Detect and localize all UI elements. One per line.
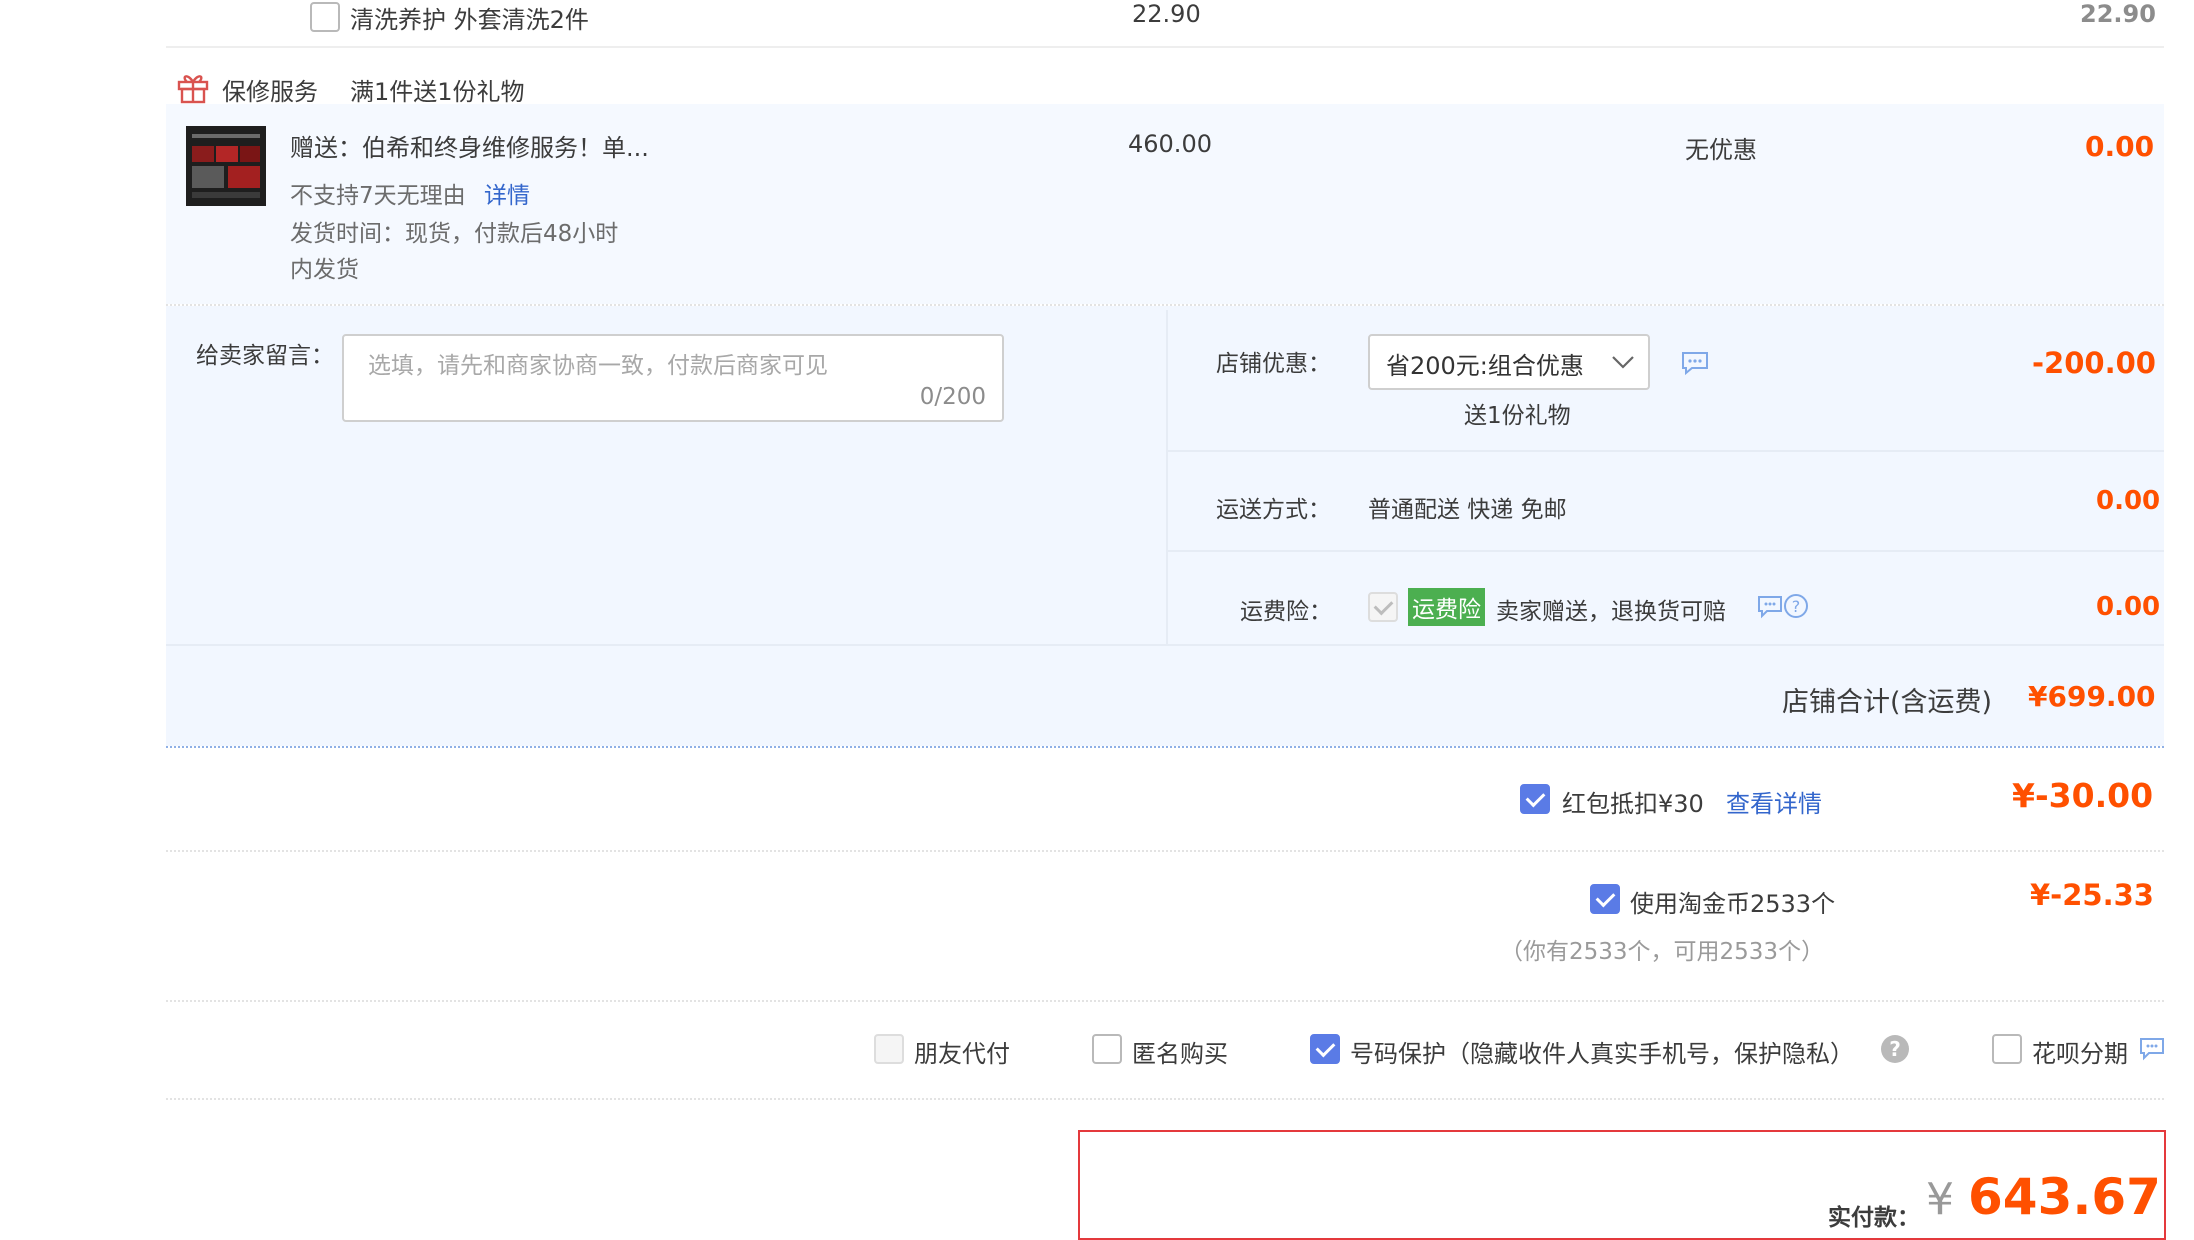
divider	[166, 850, 2164, 852]
insurance-badge: 运费险	[1408, 588, 1485, 626]
help-icon[interactable]: ?	[1880, 1034, 1910, 1068]
svg-text:?: ?	[1792, 597, 1801, 616]
shipping-method: 普通配送 快递 免邮	[1368, 497, 1567, 523]
message-textarea[interactable]: 选填，请先和商家协商一致，付款后商家可见 0/200	[342, 334, 1004, 422]
divider	[166, 1000, 2164, 1002]
gift-item-ship-time-cont: 内发货	[290, 257, 359, 283]
chat-icon[interactable]	[1680, 350, 1710, 380]
shipping-amount: 0.00	[2096, 486, 2161, 516]
item-name: 清洗养护 外套清洗2件	[350, 6, 589, 34]
huabei-checkbox[interactable]	[1992, 1034, 2022, 1064]
tao-coins-label: 使用淘金币2533个	[1630, 890, 1836, 918]
store-discount-select[interactable]: 省200元:组合优惠	[1368, 334, 1650, 390]
red-packet-checkbox[interactable]	[1520, 784, 1550, 814]
chevron-down-icon	[1610, 352, 1636, 376]
divider	[166, 46, 2164, 48]
chat-icon[interactable]	[1756, 594, 1784, 624]
anonymous-label: 匿名购买	[1132, 1040, 1228, 1068]
store-discount-label: 店铺优惠：	[1216, 351, 1331, 377]
gift-item-ship-time: 发货时间：现货，付款后48小时	[290, 221, 619, 247]
message-placeholder: 选填，请先和商家协商一致，付款后商家可见	[368, 353, 828, 379]
chat-icon[interactable]	[2138, 1036, 2166, 1066]
tao-coins-amount: ¥-25.33	[2030, 878, 2154, 912]
store-total-amount: ¥699.00	[2028, 680, 2156, 713]
red-packet-detail-link[interactable]: 查看详情	[1726, 784, 1822, 819]
store-discount-note: 送1份礼物	[1464, 403, 1571, 429]
friend-pay-label: 朋友代付	[914, 1040, 1010, 1068]
divider	[166, 1098, 2164, 1100]
gift-icon	[176, 70, 210, 108]
check-icon	[1373, 595, 1394, 616]
gift-item-discount: 无优惠	[1685, 136, 1757, 164]
tao-coins-checkbox[interactable]	[1590, 884, 1620, 914]
gift-item-subtotal: 0.00	[2085, 130, 2155, 163]
number-protect-checkbox[interactable]	[1310, 1034, 1340, 1064]
shipping-label: 运送方式：	[1216, 497, 1331, 523]
item-subtotal: 22.90	[2080, 0, 2156, 28]
tao-coins-sub: （你有2533个，可用2533个）	[1500, 939, 1825, 965]
panel-divider	[1168, 550, 2164, 552]
gift-item-price: 460.00	[1128, 130, 1212, 158]
red-packet-amount: ¥-30.00	[2012, 776, 2154, 815]
gift-item-return-policy: 不支持7天无理由	[290, 183, 466, 209]
store-discount-selected: 省200元:组合优惠	[1386, 352, 1584, 380]
actual-payment-amount: 643.67	[1968, 1168, 2161, 1226]
store-total-label: 店铺合计(含运费)	[1782, 687, 1993, 718]
actual-payment-box: 实付款： ¥ 643.67	[1078, 1130, 2166, 1240]
item-price: 22.90	[1132, 0, 1201, 28]
warranty-label: 保修服务	[222, 78, 318, 106]
message-label: 给卖家留言：	[196, 343, 334, 369]
gift-item-detail-link[interactable]: 详情	[484, 176, 530, 210]
gift-item-title[interactable]: 赠送：伯希和终身维修服务！单...	[290, 128, 649, 163]
divider	[166, 746, 2164, 748]
warranty-promo: 满1件送1份礼物	[350, 78, 525, 106]
insurance-amount: 0.00	[2096, 592, 2161, 622]
number-protect-label: 号码保护（隐藏收件人真实手机号，保护隐私）	[1350, 1040, 1854, 1068]
gift-item-thumbnail[interactable]	[186, 126, 266, 206]
anonymous-checkbox[interactable]	[1092, 1034, 1122, 1064]
help-icon[interactable]: ?	[1782, 592, 1810, 624]
red-packet-label: 红包抵扣¥30	[1562, 790, 1704, 818]
huabei-label: 花呗分期	[2032, 1040, 2128, 1068]
message-counter: 0/200	[919, 384, 986, 410]
actual-payment-label: 实付款：	[1828, 1205, 1920, 1231]
insurance-label: 运费险：	[1240, 599, 1332, 625]
panel-divider	[1166, 310, 1168, 644]
panel-divider	[1168, 450, 2164, 452]
svg-text:?: ?	[1889, 1037, 1901, 1061]
insurance-text: 卖家赠送，退换货可赔	[1496, 599, 1726, 625]
item-checkbox[interactable]	[310, 2, 340, 32]
store-discount-amount: -200.00	[2032, 346, 2156, 380]
panel-divider	[166, 644, 2164, 646]
insurance-checkbox	[1368, 592, 1398, 622]
friend-pay-checkbox	[874, 1034, 904, 1064]
actual-payment-currency: ¥	[1926, 1174, 1954, 1225]
